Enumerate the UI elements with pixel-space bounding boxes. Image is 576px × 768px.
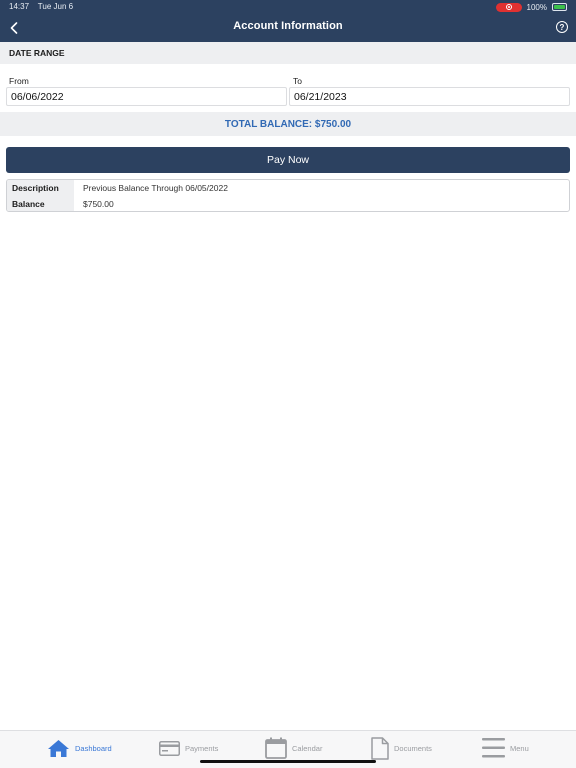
battery-percent: 100% bbox=[526, 2, 547, 12]
home-indicator[interactable] bbox=[200, 760, 376, 763]
screen-record-icon bbox=[495, 2, 522, 12]
page-title: Account Information bbox=[233, 20, 343, 32]
total-balance-bar: TOTAL BALANCE: $750.00 bbox=[0, 112, 576, 136]
total-balance-text: TOTAL BALANCE: $750.00 bbox=[224, 119, 352, 130]
to-label: To bbox=[293, 76, 302, 86]
table-row: Description Previous Balance Through 06/… bbox=[7, 180, 569, 196]
balance-key: Balance bbox=[7, 196, 74, 211]
menu-icon bbox=[482, 738, 505, 758]
pay-now-button[interactable]: Pay Now bbox=[6, 147, 570, 173]
calendar-icon bbox=[265, 737, 287, 759]
from-label: From bbox=[9, 76, 29, 86]
status-bar-indicators: 100% bbox=[495, 2, 567, 12]
tab-payments[interactable]: Payments bbox=[159, 736, 218, 760]
app-header: 14:37 Tue Jun 6 100% Account Information… bbox=[0, 0, 576, 42]
description-value: Previous Balance Through 06/05/2022 bbox=[83, 183, 228, 193]
status-time: 14:37 bbox=[9, 2, 30, 11]
balance-detail-table: Description Previous Balance Through 06/… bbox=[6, 179, 570, 212]
tab-calendar-label: Calendar bbox=[292, 743, 323, 753]
from-date-input[interactable]: 06/06/2022 bbox=[6, 87, 287, 106]
tab-documents-label: Documents bbox=[394, 743, 432, 753]
help-icon: ? bbox=[559, 22, 565, 32]
tab-dashboard[interactable]: Dashboard bbox=[47, 736, 112, 760]
tab-menu-label: Menu bbox=[510, 743, 529, 753]
home-icon bbox=[48, 739, 69, 757]
battery-icon bbox=[552, 3, 567, 11]
help-button[interactable]: ? bbox=[556, 21, 568, 33]
to-date-input[interactable]: 06/21/2023 bbox=[289, 87, 570, 106]
tab-dashboard-label: Dashboard bbox=[75, 743, 112, 753]
document-icon bbox=[371, 736, 389, 760]
status-date: Tue Jun 6 bbox=[37, 2, 74, 11]
table-row: Balance $750.00 bbox=[7, 196, 569, 211]
date-range-title: DATE RANGE bbox=[9, 48, 65, 58]
tab-menu[interactable]: Menu bbox=[482, 736, 529, 760]
date-range-section-header: DATE RANGE bbox=[0, 42, 576, 64]
description-key: Description bbox=[7, 180, 74, 196]
tab-calendar[interactable]: Calendar bbox=[265, 736, 322, 760]
balance-value: $750.00 bbox=[83, 199, 114, 209]
tab-payments-label: Payments bbox=[185, 743, 219, 753]
credit-card-icon bbox=[159, 740, 180, 756]
status-bar-clock: 14:37 Tue Jun 6 bbox=[9, 2, 73, 11]
tab-documents[interactable]: Documents bbox=[371, 736, 432, 760]
